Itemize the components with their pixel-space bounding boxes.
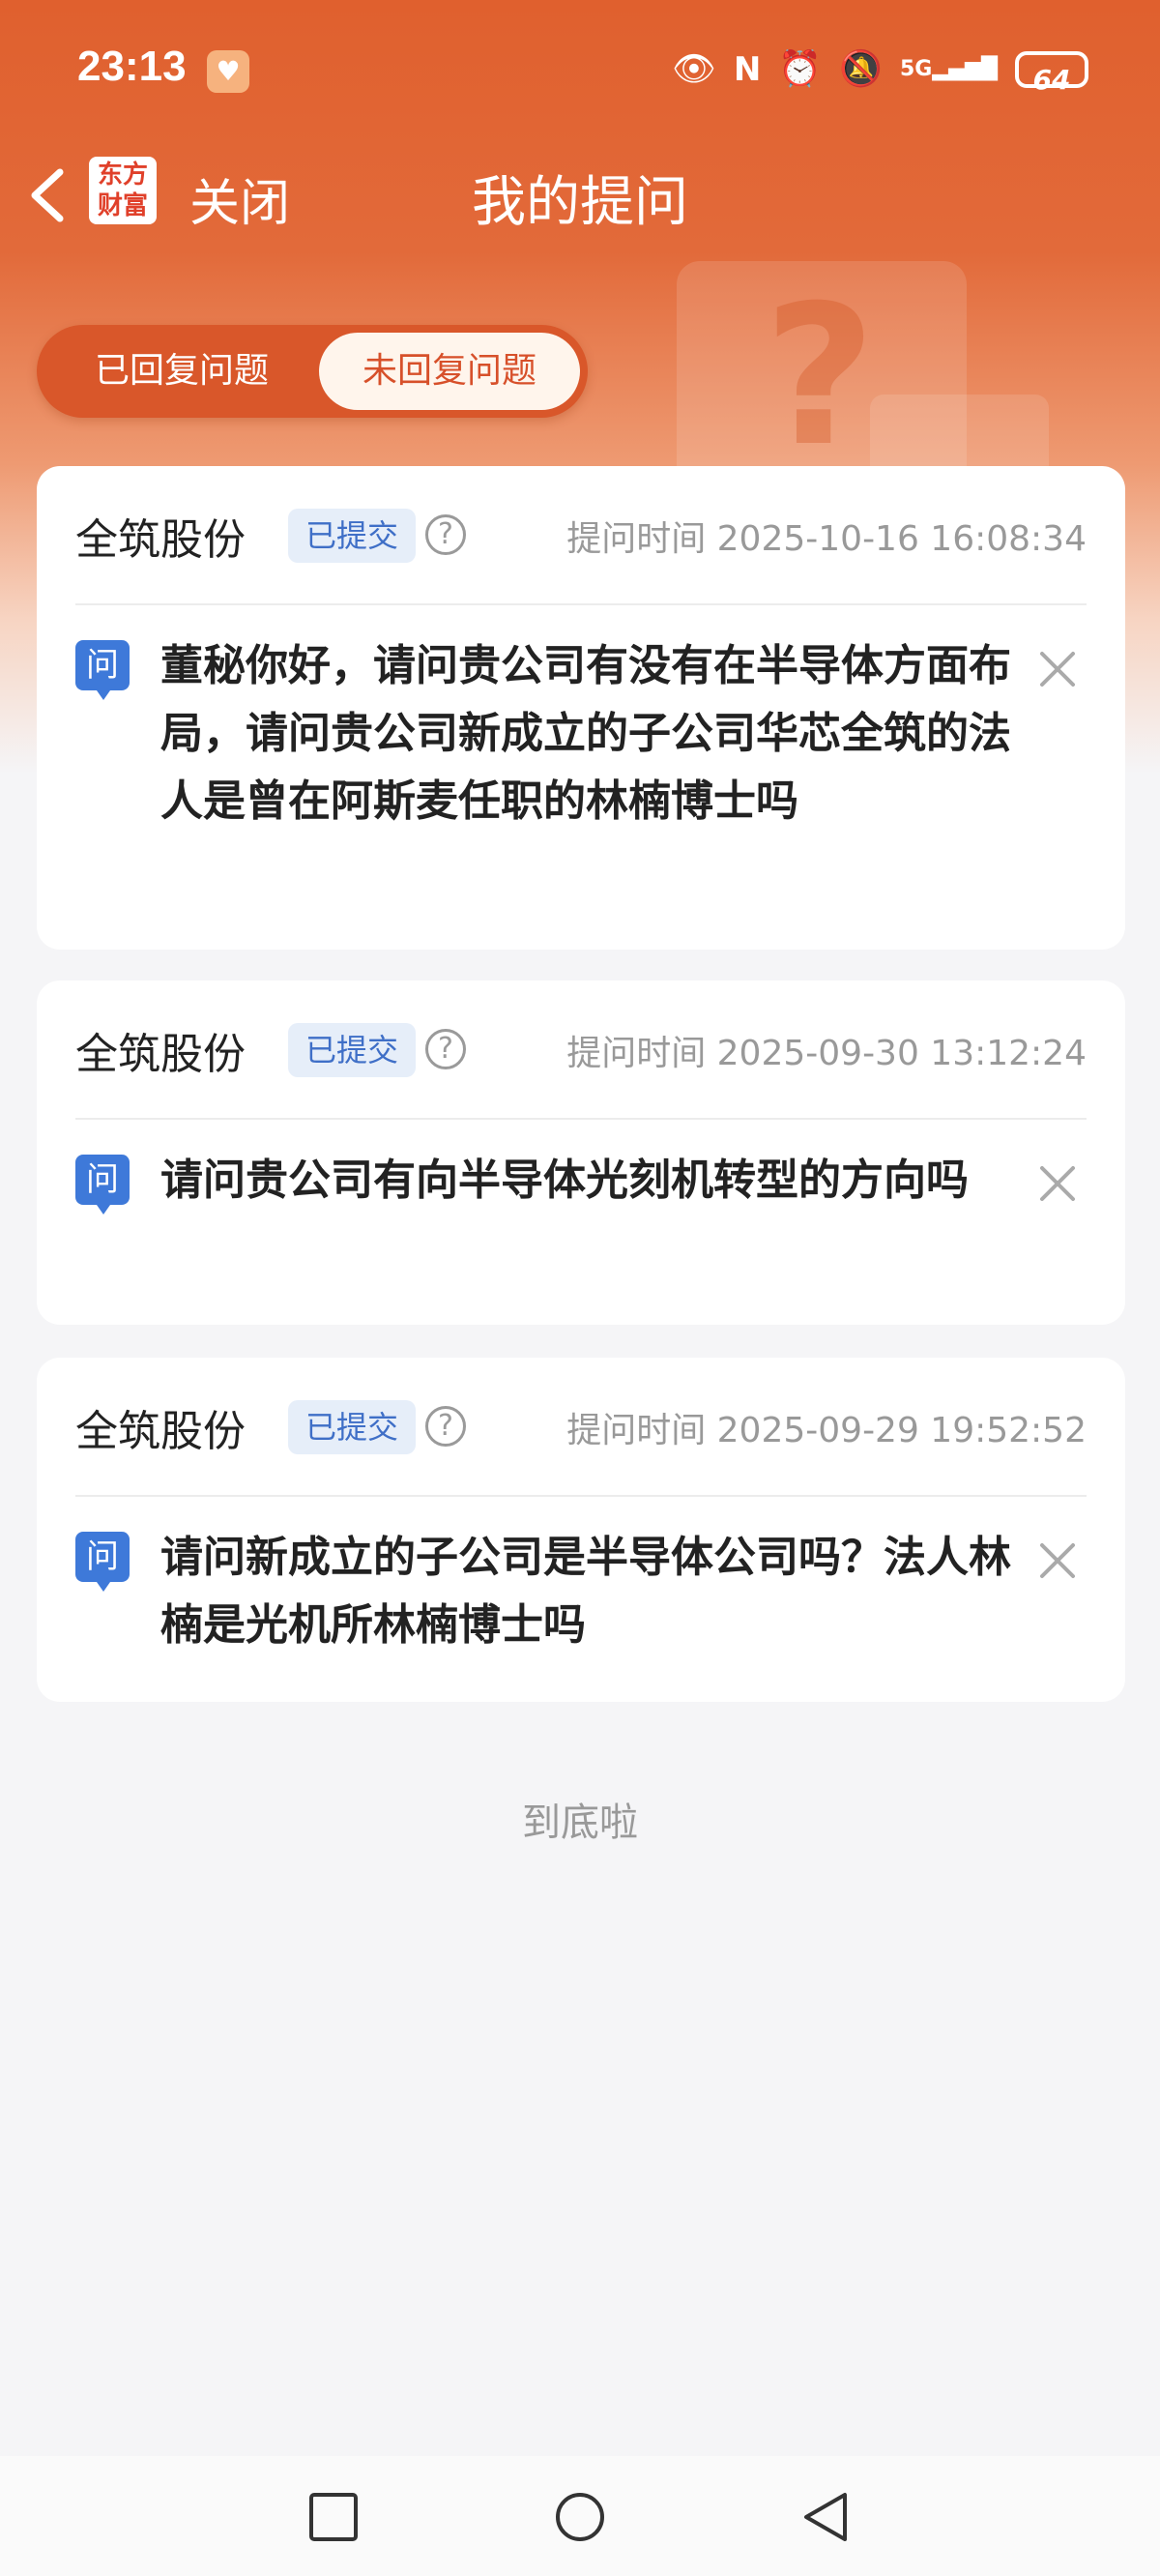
mute-bell-icon: 🔕 <box>839 49 883 89</box>
question-icon: 问 <box>75 1155 130 1215</box>
question-time: 提问时间 2025-09-30 13:12:24 <box>566 1034 1087 1073</box>
delete-question-icon[interactable] <box>1036 648 1079 690</box>
question-text: 请问贵公司有向半导体光刻机转型的方向吗 <box>160 1156 969 1205</box>
battery-icon: 64 <box>1015 51 1088 96</box>
alarm-icon: ⏰ <box>778 49 823 89</box>
battery-level: 64 <box>1032 64 1071 96</box>
question-card[interactable]: 全筑股份 已提交 ? 提问时间 2025-10-16 16:08:34 问 董秘… <box>37 466 1125 950</box>
company-name: 全筑股份 <box>75 1030 246 1079</box>
recent-apps-square-icon[interactable] <box>307 2491 360 2543</box>
page-title: 我的提问 <box>472 171 688 234</box>
question-card[interactable]: 全筑股份 已提交 ? 提问时间 2025-09-29 19:52:52 问 请问… <box>37 1358 1125 1702</box>
question-text: 请问新成立的子公司是半导体公司吗？法人林楠是光机所林楠博士吗 <box>160 1533 1011 1650</box>
network-type: 5G <box>899 57 933 81</box>
delete-question-icon[interactable] <box>1036 1162 1079 1205</box>
end-of-list-text: 到底啦 <box>522 1800 638 1845</box>
divider <box>75 603 1087 605</box>
status-badge: 已提交 <box>288 1023 417 1077</box>
tab-replied[interactable]: 已回复问题 <box>46 333 317 410</box>
question-time: 提问时间 2025-09-29 19:52:52 <box>566 1411 1087 1450</box>
question-icon: 问 <box>75 640 130 700</box>
question-time: 提问时间 2025-10-16 16:08:34 <box>566 519 1087 559</box>
help-icon[interactable]: ? <box>425 1029 466 1069</box>
back-triangle-icon[interactable] <box>800 2491 853 2543</box>
company-name: 全筑股份 <box>75 1407 246 1456</box>
system-navigation-bar <box>0 2456 1160 2576</box>
nfc-icon: N <box>733 50 762 89</box>
question-card[interactable]: 全筑股份 已提交 ? 提问时间 2025-09-30 13:12:24 问 请问… <box>37 981 1125 1325</box>
status-time: 23:13 <box>77 43 187 90</box>
tab-switcher: 已回复问题 未回复问题 <box>37 325 588 418</box>
eye-icon: 👁 <box>672 49 716 89</box>
question-mark-illustration-icon: ? <box>764 264 877 489</box>
tab-unreplied[interactable]: 未回复问题 <box>319 333 580 410</box>
signal-icon: 5G▂▄▆█ <box>899 57 998 81</box>
question-text: 董秘你好，请问贵公司有没有在半导体方面布局，请问贵公司新成立的子公司华芯全筑的法… <box>160 641 1011 826</box>
divider <box>75 1495 1087 1497</box>
delete-question-icon[interactable] <box>1036 1539 1079 1582</box>
health-app-icon: ♥ <box>207 50 249 93</box>
company-name: 全筑股份 <box>75 515 246 565</box>
status-bar: 23:13 ♥ 👁 N ⏰ 🔕 5G▂▄▆█ 64 <box>0 0 1160 135</box>
home-circle-icon[interactable] <box>554 2491 606 2543</box>
help-icon[interactable]: ? <box>425 514 466 555</box>
status-badge: 已提交 <box>288 509 417 563</box>
divider <box>75 1118 1087 1120</box>
status-icons: 👁 N ⏰ 🔕 5G▂▄▆█ 64 <box>672 44 1088 96</box>
question-icon: 问 <box>75 1532 130 1592</box>
status-badge: 已提交 <box>288 1400 417 1454</box>
help-icon[interactable]: ? <box>425 1406 466 1447</box>
